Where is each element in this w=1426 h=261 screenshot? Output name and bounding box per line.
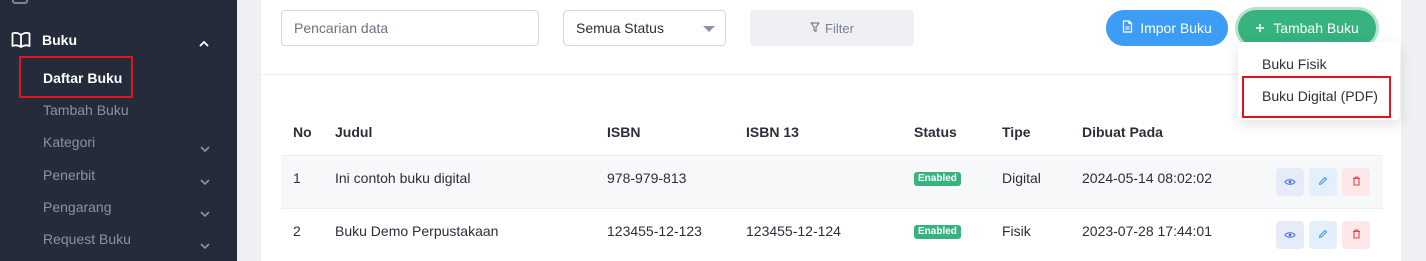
- add-book-button[interactable]: Tambah Buku: [1238, 10, 1376, 46]
- sidebar-section-buku[interactable]: Buku: [0, 26, 237, 54]
- delete-button[interactable]: [1342, 221, 1370, 249]
- view-button[interactable]: [1276, 221, 1304, 249]
- sidebar-item-pengarang[interactable]: Pengarang: [43, 199, 112, 215]
- chevron-down-icon: [199, 140, 211, 158]
- eye-icon: [1284, 226, 1296, 244]
- table-header-isbn13: ISBN 13: [746, 124, 799, 140]
- edit-button[interactable]: [1309, 221, 1337, 249]
- cell-judul: Buku Demo Perpustakaan: [335, 223, 499, 239]
- dashboard-icon: [12, 0, 28, 4]
- book-open-icon: [11, 31, 31, 54]
- table-header-isbn: ISBN: [607, 124, 641, 140]
- pencil-icon: [1318, 226, 1328, 244]
- search-input[interactable]: [281, 10, 539, 46]
- table-header-dibuat-pada: Dibuat Pada: [1082, 124, 1163, 140]
- cell-isbn13: 123455-12-124: [746, 223, 841, 239]
- table-header-status: Status: [914, 124, 957, 140]
- chevron-up-icon: [198, 35, 210, 53]
- delete-button[interactable]: [1342, 168, 1370, 196]
- cell-dibuat-pada: 2024-05-14 08:02:02: [1082, 170, 1212, 186]
- cell-no: 2: [293, 223, 301, 239]
- view-button[interactable]: [1276, 168, 1304, 196]
- eye-icon: [1284, 173, 1296, 191]
- table-header-tipe: Tipe: [1002, 124, 1031, 140]
- cell-dibuat-pada: 2023-07-28 17:44:01: [1082, 223, 1212, 239]
- sidebar-item-request-buku[interactable]: Request Buku: [43, 231, 131, 247]
- status-select[interactable]: Semua Status: [563, 10, 726, 46]
- filter-button-label: Filter: [825, 20, 854, 36]
- filter-button[interactable]: Filter: [750, 10, 914, 46]
- toolbar-divider: [261, 74, 1401, 75]
- chevron-down-icon: [199, 173, 211, 191]
- table-header-no: No: [293, 124, 312, 140]
- highlight-box-buku-digital: [1242, 76, 1391, 118]
- cell-isbn: 123455-12-123: [607, 223, 702, 239]
- table-header-judul: Judul: [335, 124, 373, 140]
- sidebar-item-tambah-buku[interactable]: Tambah Buku: [43, 102, 129, 118]
- edit-button[interactable]: [1309, 168, 1337, 196]
- cell-tipe: Fisik: [1002, 223, 1031, 239]
- plus-icon: [1255, 20, 1265, 36]
- status-select-value: Semua Status: [576, 20, 664, 36]
- row-divider: [281, 155, 1383, 156]
- sidebar-section-label: Buku: [42, 32, 77, 48]
- cell-tipe: Digital: [1002, 170, 1041, 186]
- caret-down-icon: [703, 26, 715, 32]
- cell-no: 1: [293, 170, 301, 186]
- pencil-icon: [1318, 173, 1328, 191]
- status-badge: Enabled: [914, 225, 961, 239]
- import-book-button[interactable]: Impor Buku: [1106, 10, 1228, 46]
- cell-isbn: 978-979-813: [607, 170, 687, 186]
- chevron-down-icon: [199, 237, 211, 255]
- chevron-down-icon: [199, 205, 211, 223]
- cell-judul: Ini contoh buku digital: [335, 170, 471, 186]
- sidebar: Buku Daftar Buku Tambah Buku Kategori Pe…: [0, 0, 237, 261]
- file-icon: [1122, 20, 1133, 36]
- add-book-label: Tambah Buku: [1273, 20, 1359, 36]
- trash-icon: [1352, 173, 1361, 191]
- status-badge: Enabled: [914, 172, 961, 186]
- row-divider: [281, 208, 1383, 209]
- highlight-box-daftar-buku: [19, 56, 133, 98]
- funnel-icon: [810, 21, 820, 36]
- sidebar-item-penerbit[interactable]: Penerbit: [43, 167, 95, 183]
- sidebar-item-kategori[interactable]: Kategori: [43, 134, 95, 150]
- import-book-label: Impor Buku: [1140, 20, 1212, 36]
- dropdown-item-buku-fisik[interactable]: Buku Fisik: [1262, 56, 1327, 72]
- trash-icon: [1352, 226, 1361, 244]
